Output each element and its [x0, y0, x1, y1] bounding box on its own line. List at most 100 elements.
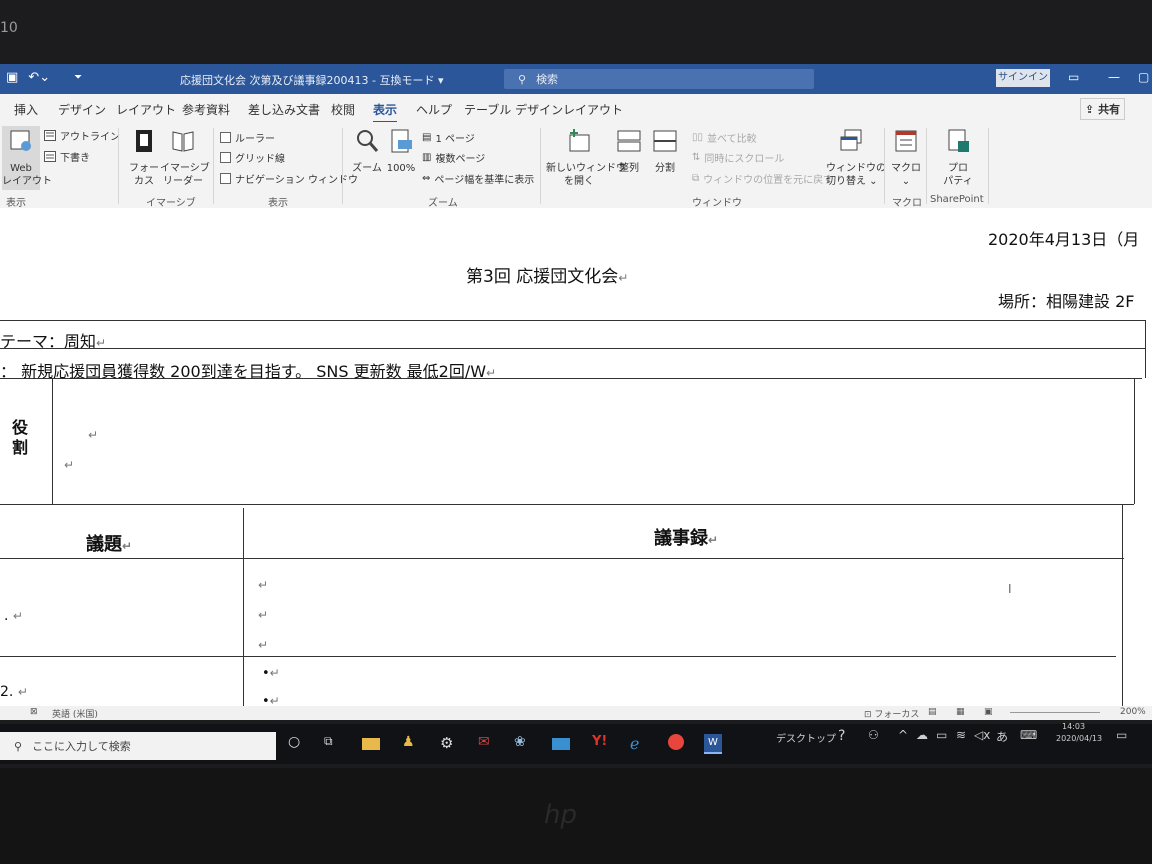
tab-table-design[interactable]: テーブル デザイン [464, 101, 563, 118]
outline-button[interactable]: アウトライン [44, 128, 120, 143]
paragraph-mark-icon: ↵ [269, 666, 280, 680]
notification-icon[interactable]: ▭ [1116, 728, 1127, 742]
table-border [1134, 378, 1135, 504]
battery-icon[interactable]: ▭ [936, 728, 947, 742]
group-label-zoom: ズーム [428, 198, 458, 209]
proofing-icon[interactable]: ⊠ [30, 707, 38, 717]
web-layout-view-icon[interactable]: ▣ [984, 707, 993, 717]
tab-references[interactable]: 参考資料 [182, 101, 230, 118]
focus-button[interactable]: フォー カス [126, 128, 162, 188]
focus-mode-icon: ⊡ [864, 710, 872, 720]
nav-pane-checkbox[interactable]: ナビゲーション ウィンドウ [220, 171, 358, 186]
signin-button[interactable]: サインイン [996, 69, 1050, 87]
word-app-icon[interactable]: W [704, 734, 722, 754]
reset-window-button[interactable]: ⧉ ウィンドウの位置を元に戻す [692, 171, 833, 186]
gridlines-check-icon[interactable] [220, 152, 231, 163]
print-layout-icon[interactable]: ▦ [956, 707, 965, 717]
switch-windows-button[interactable]: ウィンドウの 切り替え ⌄ [826, 128, 886, 188]
input-method-icon[interactable]: あ [996, 728, 1008, 745]
group-label-window: ウィンドウ [692, 198, 742, 209]
tab-review[interactable]: 校閲 [331, 101, 355, 118]
split-button[interactable]: 分割 [650, 128, 680, 175]
undo-icon[interactable]: ↶⌄ [28, 70, 50, 85]
tray-chevron-icon[interactable]: ^ [898, 728, 908, 742]
ime-pad-icon[interactable]: ⌨ [1020, 728, 1037, 742]
tab-help[interactable]: ヘルプ [416, 101, 452, 118]
user-folder-icon[interactable]: ♟ [402, 734, 420, 752]
paragraph-mark-icon: ↵ [258, 578, 269, 592]
mail-app-icon[interactable]: ✉ [478, 734, 496, 752]
sync-scroll-button[interactable]: ⇅ 同時にスクロール [692, 150, 784, 165]
group-label-views: 表示 [6, 198, 26, 209]
cortana-icon[interactable]: ○ [288, 734, 306, 752]
minimize-icon[interactable]: — [1108, 70, 1120, 84]
side-by-side-button[interactable]: ▯▯ 並べて比較 [692, 130, 757, 145]
ruler-checkbox[interactable]: ルーラー [220, 130, 275, 145]
zoom-button[interactable]: ズーム [350, 128, 384, 175]
clock-date[interactable]: 2020/04/13 [1056, 734, 1102, 743]
web-layout-button[interactable]: Web レイアウト [2, 126, 52, 190]
page-width-icon: ⇔ [422, 173, 431, 184]
settings-gear-icon[interactable]: ⚙ [440, 734, 458, 752]
gridlines-checkbox[interactable]: グリッド線 [220, 150, 285, 165]
ruler-check-icon[interactable] [220, 132, 231, 143]
nav-pane-check-icon[interactable] [220, 173, 231, 184]
agenda-item-2: 2. ↵ [0, 684, 28, 700]
theme-row: テーマ：周知↵ [0, 328, 106, 352]
zoom-level[interactable]: 200% [1120, 707, 1146, 717]
draft-button[interactable]: 下書き [44, 149, 90, 164]
search-box[interactable]: ⚲ 検索 [504, 69, 814, 89]
network-app-icon[interactable]: ❀ [514, 734, 532, 752]
clock-time[interactable]: 14:03 [1062, 722, 1085, 731]
zoom-100-label: 100% [386, 163, 416, 174]
immersive-reader-icon [172, 131, 194, 152]
laptop-logo: hp [544, 800, 577, 830]
file-explorer-icon[interactable] [362, 738, 380, 750]
arrange-button[interactable]: 整列 [614, 128, 644, 175]
yahoo-icon[interactable]: Y! [592, 734, 610, 752]
cloud-icon[interactable]: ☁ [916, 728, 928, 742]
macro-icon [895, 130, 917, 152]
monitor-app-icon[interactable] [552, 738, 570, 750]
edge-browser-icon[interactable]: ℯ [630, 734, 648, 753]
speaker-mute-icon[interactable]: ◁x [974, 728, 990, 742]
save-icon[interactable]: ▣ [6, 70, 18, 85]
tab-mailings[interactable]: 差し込み文書 [248, 101, 320, 118]
tab-design[interactable]: デザイン [58, 101, 106, 118]
ribbon-separator [342, 128, 343, 204]
task-view-icon[interactable]: ⧉ [324, 734, 342, 752]
split-icon [653, 130, 677, 152]
desktop-toolbar-label[interactable]: デスクトップ [776, 730, 836, 745]
customize-qat-icon[interactable]: ⏷ [74, 72, 82, 83]
multi-page-button[interactable]: ▥ 複数ページ [422, 150, 485, 165]
new-window-button[interactable]: 新しいウィンドウ を開く [546, 128, 626, 188]
chrome-browser-icon[interactable] [668, 734, 684, 750]
zoom-100-button[interactable]: 100% [384, 128, 418, 175]
one-page-button[interactable]: ▤ 1 ページ [422, 130, 475, 145]
wifi-icon[interactable]: ≋ [956, 728, 966, 742]
tab-view[interactable]: 表示 [373, 101, 398, 124]
zoom-slider[interactable] [1010, 712, 1100, 713]
ribbon-display-icon[interactable]: ▭ [1068, 70, 1079, 84]
tab-layout[interactable]: レイアウト [116, 101, 176, 118]
immersive-reader-button[interactable]: イマーシブ リーダー [160, 128, 210, 188]
help-icon[interactable]: ? [838, 728, 845, 744]
people-icon[interactable]: ⚇ [868, 728, 879, 742]
goal-row: ： 新規応援団員獲得数 200到達を目指す。 SNS 更新数 最低2回/W↵ [0, 358, 496, 382]
maximize-icon[interactable]: ▢ [1138, 70, 1149, 84]
paragraph-mark-icon: ↵ [12, 609, 23, 623]
focus-mode-button[interactable]: ⊡ フォーカス [864, 707, 919, 720]
share-button[interactable]: ⇪ 共有 [1080, 98, 1126, 120]
tab-table-layout[interactable]: レイアウト [563, 101, 623, 118]
macros-button[interactable]: マクロ ⌄ [890, 128, 922, 188]
meeting-title: 第3回 応援団文化会↵ [466, 262, 628, 287]
language-indicator[interactable]: 英語 (米国) [52, 707, 98, 720]
tab-insert[interactable]: 挿入 [14, 101, 38, 118]
meeting-location: 場所：相陽建設 2F [998, 292, 1135, 311]
page-width-button[interactable]: ⇔ ページ幅を基準に表示 [422, 171, 534, 186]
properties-button[interactable]: プロ パティ [940, 128, 976, 188]
document-page[interactable]: 2020年4月13日（月 第3回 応援団文化会↵ 場所：相陽建設 2F テーマ：… [0, 208, 1152, 708]
paragraph-mark-icon: ↵ [17, 685, 28, 699]
read-mode-icon[interactable]: ▤ [928, 707, 937, 717]
taskbar-search[interactable]: ⚲ ここに入力して検索 [0, 732, 276, 760]
